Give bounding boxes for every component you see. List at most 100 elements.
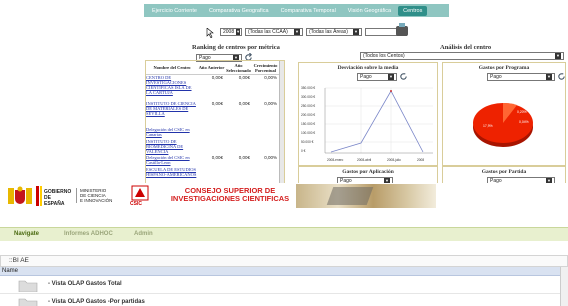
table-row[interactable]: CENTRO DE INVESTIGACIONES CIENTIFICAS IS… — [146, 75, 284, 101]
list-item[interactable]: - Vista OLAP Gastos -Por partidas — [0, 294, 560, 306]
consejo-title: CONSEJO SUPERIOR DE INVESTIGACIONES CIEN… — [160, 187, 300, 203]
tab-vision-geografica[interactable]: Visión Geográfica — [343, 6, 396, 16]
refresh-icon[interactable] — [399, 72, 408, 81]
nav-admin[interactable]: Admin — [134, 231, 153, 237]
folder-icon — [18, 298, 38, 306]
cell-crecimiento: 0,00% — [264, 155, 277, 160]
consejo-line: INVESTIGACIONES CIENTIFICAS — [170, 194, 290, 203]
ranking-title: Ranking de centros por métrica — [192, 44, 280, 51]
y-tick: 250.000 € — [301, 104, 315, 108]
partida-title: Gastos por Partida — [481, 169, 527, 175]
y-tick: 100.000 € — [301, 131, 315, 135]
table-row[interactable]: INSTITUTO DE CIENCIA DE MATERIALES DE SE… — [146, 101, 284, 127]
tab-comparativa-geografica[interactable]: Comparativa Geografica — [204, 6, 274, 16]
desviacion-title: Desviación sobre la media — [337, 65, 399, 71]
cell-crecimiento: 0,00% — [264, 101, 277, 106]
centro-link[interactable]: INSTITUTO DE CIENCIA DE MATERIALES DE SE… — [146, 101, 198, 116]
desviacion-select-value: Pago — [360, 74, 372, 80]
cell-crecimiento: 0,00% — [264, 75, 277, 80]
centro-link[interactable]: CENTRO DE INVESTIGACIONES CIENTIFICAS IS… — [146, 75, 198, 95]
cell-anterior: 0,00€ — [211, 75, 223, 80]
mouse-cursor-icon — [206, 28, 214, 38]
refresh-icon[interactable] — [557, 72, 566, 81]
nav-informes-adhoc[interactable]: Informes ADHOC — [64, 231, 113, 237]
chevron-down-icon: ▼ — [353, 29, 359, 35]
pie-label: 17,9% — [483, 124, 493, 128]
dashboard-window: Ejercicio Corriente Comparativa Geografi… — [140, 0, 568, 210]
tab-ejercicio-corriente[interactable]: Ejercicio Corriente — [147, 6, 202, 16]
printer-icon[interactable] — [396, 23, 408, 36]
y-tick: 0 € — [301, 149, 306, 153]
list-item[interactable]: - Vista OLAP Gastos Total — [0, 276, 560, 294]
spain-coat-of-arms-icon — [8, 186, 32, 204]
programa-select[interactable]: Pago ▼ — [487, 73, 555, 81]
programa-select-value: Pago — [490, 74, 502, 80]
ccaa-value: (Todas las CCAA) — [248, 29, 288, 35]
chevron-down-icon: ▼ — [388, 74, 394, 80]
chevron-down-icon: ▼ — [555, 53, 561, 59]
list-item-label[interactable]: - Vista OLAP Gastos -Por partidas — [48, 299, 145, 305]
list-scrollbar[interactable] — [560, 267, 568, 306]
portal-window: GOBIERNO DE ESPAÑA MINISTERIO DE CIENCIA… — [0, 183, 568, 306]
programa-pie-chart: 0,20% 0,04% 17,9% — [473, 102, 533, 147]
header-image-collage — [296, 184, 436, 208]
x-tick: 2008-enero — [327, 158, 344, 162]
chevron-down-icon: ▼ — [546, 74, 552, 80]
ministerio-label: MINISTERIO DE CIENCIA E INNOVACIÓN — [76, 188, 112, 203]
y-tick: 200.000 € — [301, 113, 315, 117]
table-row[interactable]: ESCUELA DE ESTUDIOS HISPANO-AMERICANOS — [146, 167, 284, 183]
analysis-title: Análisis del centro — [440, 44, 492, 51]
cell-seleccionado: 0,00€ — [238, 75, 250, 80]
col-anio-seleccionado[interactable]: Año Seleccionado — [225, 63, 252, 73]
programa-panel: Gastos por Programa Pago ▼ 0,20% 0,04% 17… — [442, 62, 566, 166]
cell-seleccionado: 0,00€ — [238, 155, 250, 160]
dashboard-tab-bar: Ejercicio Corriente Comparativa Geografi… — [144, 4, 449, 17]
centro-link[interactable]: Delegación del CSIC en Canarias — [146, 127, 198, 137]
y-tick: 150.000 € — [301, 122, 315, 126]
gobierno-label: GOBIERNO DE ESPAÑA — [44, 189, 72, 207]
cell-seleccionado: 0,00€ — [238, 101, 250, 106]
series-line — [330, 90, 424, 153]
y-tick: 50.000 € — [301, 140, 314, 144]
x-tick: 2008-julio — [387, 158, 401, 162]
cell-anterior: 0,00€ — [211, 155, 223, 160]
chevron-down-icon: ▼ — [236, 29, 241, 35]
ministerio-line: E INNOVACIÓN — [80, 198, 113, 203]
list-item-label[interactable]: - Vista OLAP Gastos Total — [48, 281, 122, 287]
areas-select[interactable]: (Todas las Áreas) ▼ — [306, 28, 362, 36]
csic-label: CSIC — [130, 201, 142, 207]
col-crecimiento[interactable]: Crecimiento Porcentual — [252, 63, 279, 73]
col-nombre[interactable]: Nombre del Centro — [146, 65, 198, 70]
col-anio-anterior[interactable]: Año Anterior — [198, 65, 225, 70]
breadcrumb[interactable]: ::BI AE — [9, 257, 29, 264]
table-header: Nombre del Centro Año Anterior Año Selec… — [146, 61, 284, 75]
series-point — [390, 90, 392, 92]
tab-comparativa-temporal[interactable]: Comparativa Temporal — [276, 6, 341, 16]
aplicacion-title: Gastos por Aplicación — [342, 169, 394, 175]
centro-link[interactable]: INSTITUTO DE BIOMEDICINA DE VALENCIA — [146, 139, 198, 154]
table-row[interactable]: Delegación del CSIC en Castilla-Leon 0,0… — [146, 155, 284, 167]
pie-label: 0,04% — [519, 120, 529, 124]
header-banner: GOBIERNO DE ESPAÑA MINISTERIO DE CIENCIA… — [0, 183, 568, 209]
desviacion-line-chart: 350.000 € 300.000 € 250.000 € 200.000 € … — [301, 86, 433, 162]
breadcrumb-bar — [0, 255, 568, 267]
programa-title: Gastos por Programa — [478, 65, 530, 71]
centro-link[interactable]: ESCUELA DE ESTUDIOS HISPANO-AMERICANOS — [146, 167, 198, 177]
table-row[interactable]: Delegación del CSIC en Canarias — [146, 127, 284, 139]
ccaa-select[interactable]: (Todas las CCAA) ▼ — [245, 28, 303, 36]
flag-red-stripe — [36, 186, 39, 206]
centro-link[interactable]: Delegación del CSIC en Castilla-Leon — [146, 155, 198, 165]
desviacion-panel: Desviación sobre la media Pago ▼ 350.000 … — [298, 62, 438, 166]
centro-select[interactable]: (Todos los Centos) ▼ — [360, 52, 564, 60]
x-tick: 2008 — [417, 158, 424, 162]
desviacion-select[interactable]: Pago ▼ — [357, 73, 397, 81]
chevron-down-icon: ▼ — [294, 29, 300, 35]
pie-label: 0,20% — [517, 110, 527, 114]
year-select[interactable]: 2008 ▼ — [220, 28, 242, 36]
table-row[interactable]: INSTITUTO DE BIOMEDICINA DE VALENCIA — [146, 139, 284, 155]
y-tick: 350.000 € — [301, 86, 315, 90]
tab-centros[interactable]: Centros — [398, 5, 428, 16]
nav-navigate[interactable]: Navigate — [14, 231, 39, 237]
column-name-header[interactable]: Name — [2, 268, 18, 274]
areas-value: (Todas las Áreas) — [309, 29, 348, 35]
